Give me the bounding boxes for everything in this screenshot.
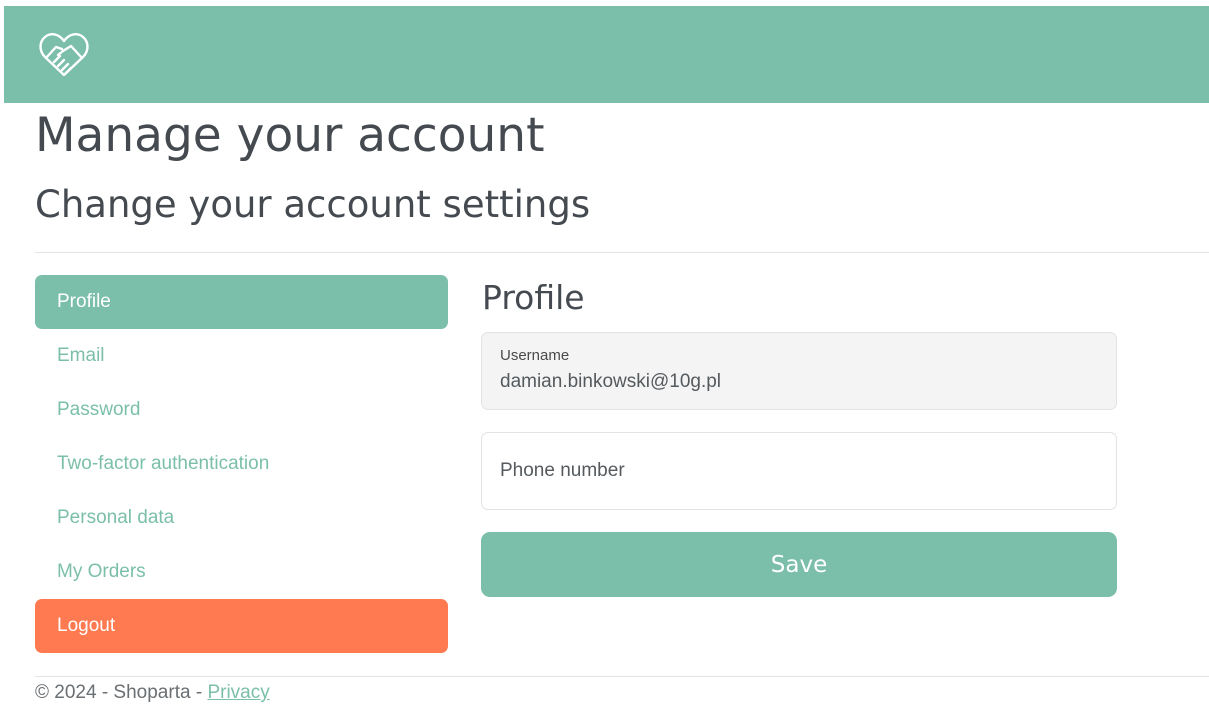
username-label: Username — [500, 347, 570, 364]
username-field: Username damian.binkowski@10g.pl — [481, 332, 1117, 410]
phone-number-input[interactable] — [481, 432, 1117, 510]
sidebar-item-email[interactable]: Email — [35, 329, 448, 383]
username-value: damian.binkowski@10g.pl — [500, 371, 722, 392]
top-navbar — [4, 6, 1209, 103]
footer: © 2024 - Shoparta - Privacy — [35, 682, 270, 704]
handshake-heart-icon — [39, 33, 89, 77]
privacy-link[interactable]: Privacy — [207, 682, 269, 703]
sidebar-item-my-orders[interactable]: My Orders — [35, 545, 448, 599]
brand-logo-link[interactable] — [38, 32, 90, 78]
sidebar-item-personal-data[interactable]: Personal data — [35, 491, 448, 545]
page-title: Manage your account — [35, 108, 545, 163]
save-button[interactable]: Save — [481, 532, 1117, 597]
page-subtitle: Change your account settings — [35, 183, 591, 226]
page: Manage your account Change your account … — [0, 0, 1209, 711]
sidebar-item-two-factor[interactable]: Two-factor authentication — [35, 437, 448, 491]
header-divider — [35, 252, 1209, 253]
sidebar-item-password[interactable]: Password — [35, 383, 448, 437]
sidebar-item-logout[interactable]: Logout — [35, 599, 448, 653]
account-sidebar: Profile Email Password Two-factor authen… — [35, 275, 448, 653]
footer-divider — [35, 676, 1209, 677]
sidebar-item-profile[interactable]: Profile — [35, 275, 448, 329]
footer-copyright: © 2024 - Shoparta - — [35, 682, 208, 703]
profile-section-title: Profile — [482, 278, 585, 317]
